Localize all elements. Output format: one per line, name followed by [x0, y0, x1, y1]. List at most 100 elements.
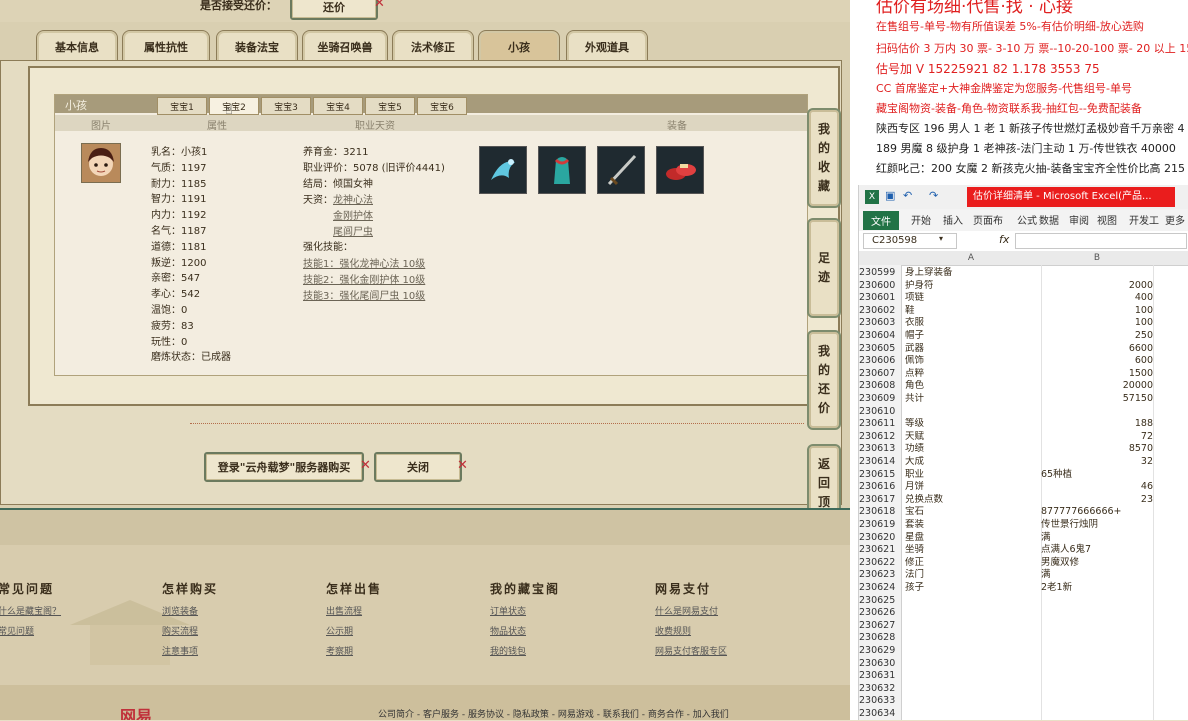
cell-a[interactable]: 帽子 — [905, 330, 1039, 343]
tab-2[interactable]: 装备法宝 — [216, 30, 298, 63]
sheet-row[interactable]: 230623 法门满 — [859, 569, 1188, 582]
sheet-row[interactable]: 230624 孩子 2老1新 — [859, 582, 1188, 595]
cell-b[interactable]: 250 — [1041, 330, 1153, 343]
footer-link[interactable]: 我的钱包 — [490, 644, 526, 657]
cell-b[interactable]: 188 — [1041, 418, 1153, 431]
shoes-icon[interactable] — [656, 146, 704, 194]
sheet-row[interactable]: 230619 套装 传世景行烛阴 — [859, 519, 1188, 532]
sheet-row[interactable]: 230627 — [859, 620, 1188, 633]
cell-b[interactable]: 72 — [1041, 431, 1153, 444]
cell-a[interactable]: 天赋 — [905, 431, 1039, 444]
sheet-row[interactable]: 230609 共计 57150 — [859, 393, 1188, 406]
baby-tab-3[interactable]: 宝宝3 — [261, 97, 311, 115]
sheet-row[interactable]: 230626 — [859, 607, 1188, 620]
cell-a[interactable]: 职业 — [905, 469, 1039, 482]
cell-b[interactable]: 满 — [1041, 569, 1153, 582]
skill-link[interactable]: 技能1：强化龙神心法 10级 — [303, 255, 425, 270]
sheet-row[interactable]: 230601 项链 400 — [859, 292, 1188, 305]
side-button-0[interactable]: 我的收藏 — [807, 108, 841, 208]
cell-a[interactable]: 法门 — [905, 569, 1039, 582]
cell-b[interactable]: 400 — [1041, 292, 1153, 305]
sheet-row[interactable]: 230629 — [859, 645, 1188, 658]
footer-link[interactable]: 出售流程 — [326, 604, 362, 617]
ribbon-tab-4[interactable]: 公式 — [1017, 212, 1037, 227]
footer-link[interactable]: 购买流程 — [162, 624, 198, 637]
baby-tab-1[interactable]: 宝宝1 — [157, 97, 207, 115]
cell-b[interactable]: 57150 — [1041, 393, 1153, 406]
cell-a[interactable]: 功绩 — [905, 443, 1039, 456]
cell-a[interactable]: 兑换点数 — [905, 494, 1039, 507]
cell-b[interactable]: 100 — [1041, 317, 1153, 330]
ribbon-tab-5[interactable]: 数据 — [1039, 212, 1059, 227]
cell-a[interactable]: 月饼 — [905, 481, 1039, 494]
side-button-2[interactable]: 我的还价 — [807, 330, 841, 430]
cell-b[interactable]: 2000 — [1041, 280, 1153, 293]
sheet-row[interactable]: 230632 — [859, 683, 1188, 696]
cell-a[interactable]: 护身符 — [905, 280, 1039, 293]
ribbon-tab-2[interactable]: 插入 — [943, 212, 963, 227]
talent-link[interactable]: 龙神心法 — [333, 191, 373, 206]
col-header-c[interactable] — [1153, 251, 1188, 266]
cell-a[interactable]: 修正 — [905, 557, 1039, 570]
cell-a[interactable]: 大成 — [905, 456, 1039, 469]
footer-link[interactable]: 订单状态 — [490, 604, 526, 617]
close-x-icon[interactable]: ✕ — [374, 0, 385, 11]
sheet-row[interactable]: 230599 身上穿装备 — [859, 267, 1188, 280]
cell-a[interactable]: 衣服 — [905, 317, 1039, 330]
cell-a[interactable]: 星盘 — [905, 532, 1039, 545]
footer-link[interactable]: 公示期 — [326, 624, 353, 637]
cell-b[interactable]: 600 — [1041, 355, 1153, 368]
skill-link[interactable]: 技能3：强化尾闾尸虫 10级 — [303, 287, 425, 302]
sheet-row[interactable]: 230610 — [859, 406, 1188, 419]
sheet-row[interactable]: 230634 — [859, 708, 1188, 721]
cell-a[interactable]: 孩子 — [905, 582, 1039, 595]
undo-icon[interactable]: ↶ — [903, 189, 912, 202]
tab-3[interactable]: 坐骑召唤兽 — [302, 30, 388, 63]
save-icon[interactable]: ▣ — [885, 189, 895, 202]
login-server-buy-button[interactable]: 登录"云舟载梦"服务器购买 — [204, 452, 364, 482]
talent-link[interactable]: 金刚护体 — [333, 207, 373, 222]
sheet-row[interactable]: 230618 宝石 877777666666+ — [859, 506, 1188, 519]
cell-a[interactable]: 鞋 — [905, 305, 1039, 318]
sheet-row[interactable]: 230608 角色 20000 — [859, 380, 1188, 393]
sheet-row[interactable]: 230613 功绩 8570 — [859, 443, 1188, 456]
robe-icon[interactable] — [538, 146, 586, 194]
sword-icon[interactable] — [597, 146, 645, 194]
footer-link[interactable]: 考察期 — [326, 644, 353, 657]
sheet-row[interactable]: 230630 — [859, 658, 1188, 671]
cell-b[interactable]: 2老1新 — [1041, 582, 1153, 595]
bottom-links[interactable]: 公司简介 - 客户服务 - 服务协议 - 隐私政策 - 网易游戏 - 联系我们 … — [378, 707, 729, 720]
sheet-row[interactable]: 230631 — [859, 670, 1188, 683]
footer-link[interactable]: 网易支付客服专区 — [655, 644, 727, 657]
sheet-row[interactable]: 230602 鞋 100 — [859, 305, 1188, 318]
cell-b[interactable]: 32 — [1041, 456, 1153, 469]
footer-link[interactable]: 浏览装备 — [162, 604, 198, 617]
cell-b[interactable]: 点满人6鬼7 — [1041, 544, 1153, 557]
chevron-down-icon[interactable]: ▾ — [939, 234, 943, 243]
formula-input[interactable] — [1015, 233, 1187, 249]
footer-link[interactable]: 物品状态 — [490, 624, 526, 637]
fx-icon[interactable]: fx — [999, 233, 1009, 246]
ribbon-tab-7[interactable]: 视图 — [1097, 212, 1117, 227]
cell-a[interactable]: 共计 — [905, 393, 1039, 406]
sheet-row[interactable]: 230603 衣服 100 — [859, 317, 1188, 330]
footer-link[interactable]: 什么是藏宝阁？ — [0, 604, 61, 617]
sheet-row[interactable]: 230615 职业 65种植 — [859, 469, 1188, 482]
side-button-1[interactable]: 足迹 — [807, 218, 841, 318]
footer-link[interactable]: 常见问题 — [0, 624, 34, 637]
ribbon-tab-8[interactable]: 开发工 — [1129, 212, 1159, 227]
footer-link[interactable]: 收费规则 — [655, 624, 691, 637]
tab-1[interactable]: 属性抗性 — [122, 30, 210, 63]
ribbon-tab-6[interactable]: 审阅 — [1069, 212, 1089, 227]
tab-5[interactable]: 小孩 — [478, 30, 560, 63]
sheet-row[interactable]: 230614 大成 32 — [859, 456, 1188, 469]
sheet-row[interactable]: 230607 点粹 1500 — [859, 368, 1188, 381]
cell-b[interactable]: 23 — [1041, 494, 1153, 507]
cell-b[interactable]: 100 — [1041, 305, 1153, 318]
sheet-row[interactable]: 230621 坐骑 点满人6鬼7 — [859, 544, 1188, 557]
sheet-row[interactable]: 230612 天赋 72 — [859, 431, 1188, 444]
cell-b[interactable]: 男魔双修 — [1041, 557, 1153, 570]
sheet-row[interactable]: 230605 武器 6600 — [859, 343, 1188, 356]
corner-cell[interactable] — [859, 251, 902, 266]
col-header-a[interactable]: A — [901, 251, 1042, 266]
